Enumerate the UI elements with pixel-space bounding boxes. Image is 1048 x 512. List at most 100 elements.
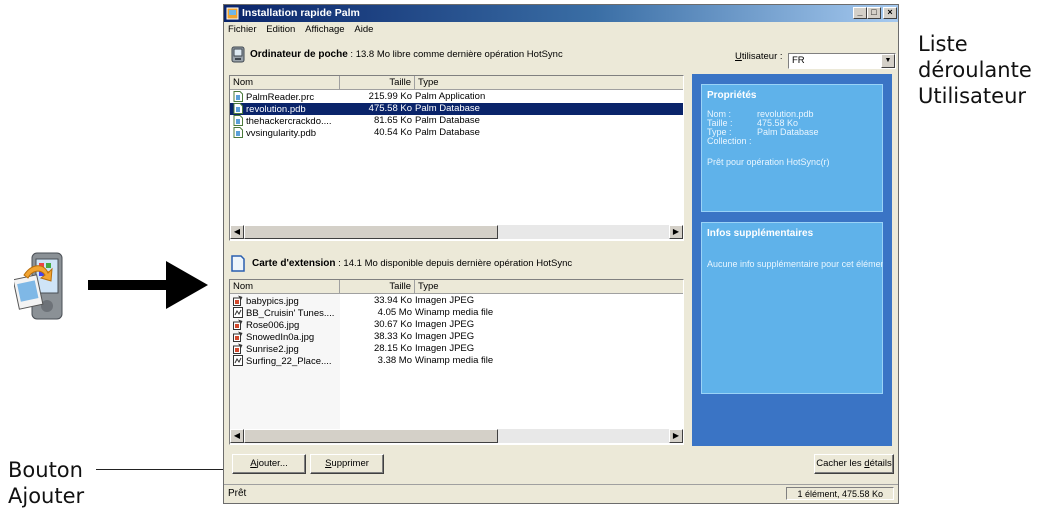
column-size[interactable]: Taille <box>340 76 415 90</box>
handheld-info: : 13.8 Mo libre comme dernière opération… <box>347 49 563 60</box>
menu-affichage[interactable]: Affichage <box>305 24 344 35</box>
file-type: Winamp media file <box>415 355 494 366</box>
column-name[interactable]: Nom <box>230 280 340 294</box>
file-row[interactable]: Sunrise2.jpg 28.15 Ko Imagen JPEG <box>230 343 683 355</box>
file-type: Winamp media file <box>415 307 494 318</box>
add-button-callout: Bouton Ajouter <box>8 457 84 509</box>
file-type: Imagen JPEG <box>415 343 475 354</box>
card-scrollbar[interactable]: ◀ ▶ <box>230 429 683 443</box>
user-label-mnemonic: U <box>735 51 742 62</box>
media-file-icon <box>233 355 246 367</box>
handheld-icon <box>231 46 245 63</box>
file-row[interactable]: PalmReader.prc 215.99 Ko Palm Application <box>230 91 683 103</box>
file-row[interactable]: BB_Cruisin' Tunes.... 4.05 Mo Winamp media… <box>230 307 683 319</box>
status-summary: 1 élément, 475.58 Ko <box>786 487 894 500</box>
card-header: Carte d'extension : 14.1 Mo disponible d… <box>252 254 572 274</box>
file-row[interactable]: Surfing_22_Place.... 3.38 Mo Winamp media … <box>230 355 683 367</box>
user-label: Utilisateur : <box>735 47 783 67</box>
image-file-icon <box>233 295 246 307</box>
file-size: 3.38 Mo <box>377 355 412 366</box>
file-row[interactable]: thehackercrackdo.... 81.65 Ko Palm Databas… <box>230 115 683 127</box>
file-row[interactable]: Rose006.jpg 30.67 Ko Imagen JPEG <box>230 319 683 331</box>
extra-info-card: Infos supplémentaires Aucune info supplé… <box>701 222 883 394</box>
file-size: 215.99 Ko <box>368 91 412 102</box>
scroll-left-icon[interactable]: ◀ <box>230 429 244 443</box>
callout-line-2: Ajouter <box>8 484 85 508</box>
file-size: 30.67 Ko <box>373 319 412 330</box>
file-type: Palm Database <box>415 115 480 126</box>
image-file-icon <box>233 319 246 331</box>
file-row[interactable]: SnowedIn0a.jpg 38.33 Ko Imagen JPEG <box>230 331 683 343</box>
user-label-text: tilisateur : <box>741 51 783 62</box>
status-bar: Prêt 1 élément, 475.58 Ko <box>224 484 898 503</box>
column-name[interactable]: Nom <box>230 76 340 90</box>
extra-info-title: Infos supplémentaires <box>707 228 814 239</box>
extra-info-text: Aucune info supplémentaire pour cet élém… <box>707 259 883 269</box>
palm-file-icon <box>233 127 246 139</box>
file-row[interactable]: revolution.pdb 475.58 Ko Palm Database <box>230 103 683 115</box>
column-type[interactable]: Type <box>415 76 683 90</box>
callout-line-1: Liste <box>918 32 968 56</box>
property-value: Palm Database <box>757 127 819 137</box>
scroll-left-icon[interactable]: ◀ <box>230 225 244 239</box>
card-info: : 14.1 Mo disponible depuis dernière opé… <box>335 258 573 269</box>
list-header: Nom Taille Type <box>230 280 683 294</box>
file-size: 475.58 Ko <box>368 103 412 114</box>
file-size: 28.15 Ko <box>373 343 412 354</box>
pointer-arrow-icon <box>88 261 208 309</box>
handheld-file-list[interactable]: Nom Taille Type PalmReader.prc 215.99 Ko P… <box>229 75 684 241</box>
chevron-down-icon[interactable]: ▼ <box>881 54 895 68</box>
file-row[interactable]: babypics.jpg 33.94 Ko Imagen JPEG <box>230 295 683 307</box>
scroll-thumb[interactable] <box>244 225 498 239</box>
hide-details-button[interactable]: Cacher les détails <box>814 454 894 474</box>
file-type: Imagen JPEG <box>415 319 475 330</box>
file-size: 40.54 Ko <box>373 127 412 138</box>
card-heading: Carte d'extension <box>252 258 336 269</box>
file-size: 81.65 Ko <box>373 115 412 126</box>
column-type[interactable]: Type <box>415 280 683 294</box>
properties-title: Propriétés <box>707 90 757 101</box>
properties-status: Prêt pour opération HotSync(r) <box>707 157 830 167</box>
menu-aide[interactable]: Aide <box>354 24 373 35</box>
menu-edition[interactable]: Edition <box>266 24 295 35</box>
file-name: Surfing_22_Place.... <box>233 355 337 368</box>
column-size[interactable]: Taille <box>340 280 415 294</box>
file-row[interactable]: vvsingularity.pdb 40.54 Ko Palm Database <box>230 127 683 139</box>
menu-fichier[interactable]: Fichier <box>228 24 257 35</box>
callout-line-3: Utilisateur <box>918 84 1027 108</box>
expansion-card-icon <box>231 255 245 272</box>
file-size: 33.94 Ko <box>373 295 412 306</box>
user-dropdown-value: FR <box>792 55 805 66</box>
status-text: Prêt <box>228 488 247 499</box>
close-button[interactable]: × <box>883 7 897 19</box>
delete-button[interactable]: Supprimer <box>310 454 384 474</box>
details-panel: Propriétés Nom : revolution.pdb Taille :47… <box>692 74 892 446</box>
maximize-button[interactable]: □ <box>867 7 881 19</box>
image-file-icon <box>233 331 246 343</box>
palm-file-icon <box>233 115 246 127</box>
file-name: vvsingularity.pdb <box>233 127 337 140</box>
file-type: Palm Database <box>415 103 480 114</box>
title-bar[interactable]: Installation rapide Palm _ □ × <box>224 5 898 22</box>
add-button[interactable]: Ajouter... <box>232 454 306 474</box>
file-size: 4.05 Mo <box>377 307 412 318</box>
palm-quick-install-icon <box>14 252 63 320</box>
scroll-right-icon[interactable]: ▶ <box>669 429 683 443</box>
file-type: Imagen JPEG <box>415 295 475 306</box>
palm-file-icon <box>233 91 246 103</box>
user-dropdown[interactable]: FR ▼ <box>788 53 896 69</box>
menu-bar: Fichier Edition Affichage Aide <box>224 22 898 37</box>
scroll-right-icon[interactable]: ▶ <box>669 225 683 239</box>
file-size: 38.33 Ko <box>373 331 412 342</box>
handheld-scrollbar[interactable]: ◀ ▶ <box>230 225 683 239</box>
file-type: Palm Database <box>415 127 480 138</box>
minimize-button[interactable]: _ <box>853 7 867 19</box>
user-dropdown-callout: Liste déroulante Utilisateur <box>918 31 1032 109</box>
callout-leader-line <box>96 469 224 470</box>
properties-card: Propriétés Nom : revolution.pdb Taille :47… <box>701 84 883 212</box>
palm-file-icon <box>233 103 246 115</box>
scroll-thumb[interactable] <box>244 429 498 443</box>
handheld-heading: Ordinateur de poche <box>250 49 348 60</box>
callout-line-1: Bouton <box>8 458 83 482</box>
card-file-list[interactable]: Nom Taille Type babypics.jpg 33.94 Ko Imag… <box>229 279 684 445</box>
